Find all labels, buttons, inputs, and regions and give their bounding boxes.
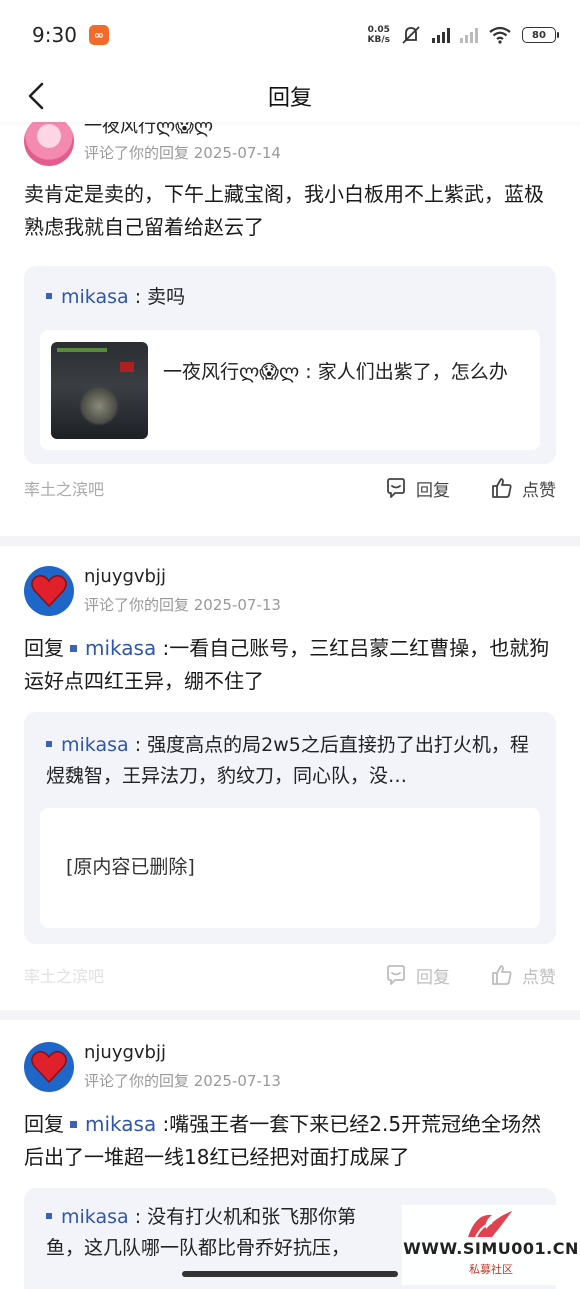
quote-author[interactable]: mikasa	[61, 1206, 129, 1228]
status-bar: 9:30 ∞ 0.05 KB/s 80	[0, 0, 580, 70]
bullet-icon	[70, 1120, 77, 1128]
original-post-card[interactable]: 一夜风行ლ😱ლ : 家人们出紫了，怎么办	[40, 330, 540, 450]
reply-button[interactable]: 回复	[384, 963, 450, 988]
avatar[interactable]	[24, 566, 74, 616]
comment-body: 卖肯定是卖的，下午上藏宝阁，我小白板用不上紫武，蓝极熟虑我就自己留着给赵云了	[24, 182, 544, 239]
watermark-subtitle: 私募社区	[469, 1263, 513, 1276]
post-thumbnail[interactable]	[51, 342, 148, 439]
original-post-card[interactable]: [原内容已删除]	[40, 808, 540, 928]
reply-item[interactable]: njuygvbjj 评论了你的回复 2025-07-13 回复 mikasa :一…	[0, 546, 580, 1006]
quote-line: mikasa : 强度高点的局2w5之后直接扔了出打火机，程煜魏智，王异法刀，豹…	[46, 734, 529, 787]
section-divider	[0, 536, 580, 546]
cell-signal-icon	[432, 27, 450, 43]
mention-link[interactable]: mikasa	[85, 636, 156, 660]
app-icon: ∞	[88, 25, 109, 45]
watermark-site: WWW.SIMU001.CN	[403, 1239, 579, 1258]
deleted-content-notice: [原内容已删除]	[66, 856, 195, 878]
quote-text: 没有打火机和张飞那你第	[147, 1206, 357, 1228]
quoted-reply[interactable]: mikasa : 卖吗 一夜风行ლ😱ლ : 家人们出紫了，怎么办	[24, 266, 556, 464]
forum-name[interactable]: 率土之滨吧	[24, 963, 104, 987]
original-post-text: 一夜风行ლ😱ლ : 家人们出紫了，怎么办	[163, 361, 508, 383]
reply-footer: 率土之滨吧 回复 点赞	[24, 960, 556, 990]
net-speed: 0.05 KB/s	[367, 25, 390, 45]
comment-meta: 评论了你的回复 2025-07-13	[84, 1072, 281, 1090]
reply-footer: 率土之滨吧 回复 点赞	[24, 473, 556, 503]
bullet-icon	[46, 292, 52, 299]
mention-link[interactable]: mikasa	[85, 1112, 156, 1136]
quote-author[interactable]: mikasa	[61, 286, 129, 308]
forum-name[interactable]: 率土之滨吧	[24, 476, 104, 500]
cell-signal-2-icon	[460, 27, 478, 43]
heart-icon	[31, 574, 67, 608]
username[interactable]: njuygvbjj	[84, 1042, 166, 1063]
like-button[interactable]: 点赞	[490, 963, 556, 988]
bullet-icon	[70, 644, 77, 652]
section-divider	[0, 1010, 580, 1020]
comment-meta: 评论了你的回复 2025-07-13	[84, 596, 281, 614]
chevron-left-icon[interactable]	[22, 80, 52, 112]
mute-vibrate-icon	[402, 26, 420, 44]
username[interactable]: njuygvbjj	[84, 566, 166, 587]
quote-author[interactable]: mikasa	[61, 734, 129, 756]
reply-item[interactable]: 一夜风行ლ😱ლ 评论了你的回复 2025-07-14 卖肯定是卖的，下午上藏宝阁…	[0, 122, 580, 540]
comment-body: 回复 mikasa :嘴强王者一套下来已经2.5开荒冠绝全场然后出了一堆超一线18…	[24, 1112, 542, 1169]
bullet-icon	[46, 740, 52, 747]
top-navigation-bar: 回复	[0, 70, 580, 122]
quoted-reply[interactable]: mikasa : 强度高点的局2w5之后直接扔了出打火机，程煜魏智，王异法刀，豹…	[24, 712, 556, 944]
quote-line: mikasa : 卖吗	[46, 282, 534, 313]
home-indicator[interactable]	[182, 1271, 398, 1277]
status-icons: 0.05 KB/s 80	[367, 25, 559, 45]
comment-icon	[387, 478, 405, 498]
wifi-icon	[489, 26, 511, 44]
avatar[interactable]	[24, 1042, 74, 1092]
avatar[interactable]	[24, 122, 74, 166]
comment-body: 回复 mikasa :一看自己账号，三红吕蒙二红曹操，也就狗运好点四红王异，绷不住…	[24, 636, 550, 693]
page-title: 回复	[267, 86, 312, 111]
reply-list[interactable]: 一夜风行ლ😱ლ 评论了你的回复 2025-07-14 卖肯定是卖的，下午上藏宝阁…	[0, 122, 580, 1289]
thumbs-up-icon	[492, 965, 512, 985]
quote-text: 卖吗	[147, 286, 186, 308]
username[interactable]: 一夜风行ლ😱ლ	[84, 122, 213, 138]
watermark-logo-icon	[468, 1211, 512, 1238]
status-time: 9:30	[32, 23, 77, 47]
thumbs-up-icon	[492, 478, 512, 498]
reply-button[interactable]: 回复	[384, 476, 450, 501]
comment-meta: 评论了你的回复 2025-07-14	[84, 144, 281, 162]
watermark: WWW.SIMU001.CN 私募社区	[402, 1205, 580, 1285]
like-button[interactable]: 点赞	[490, 476, 556, 501]
battery-icon: 80	[522, 27, 559, 43]
comment-icon	[387, 965, 405, 985]
bullet-icon	[46, 1212, 52, 1219]
heart-icon	[31, 1050, 67, 1084]
